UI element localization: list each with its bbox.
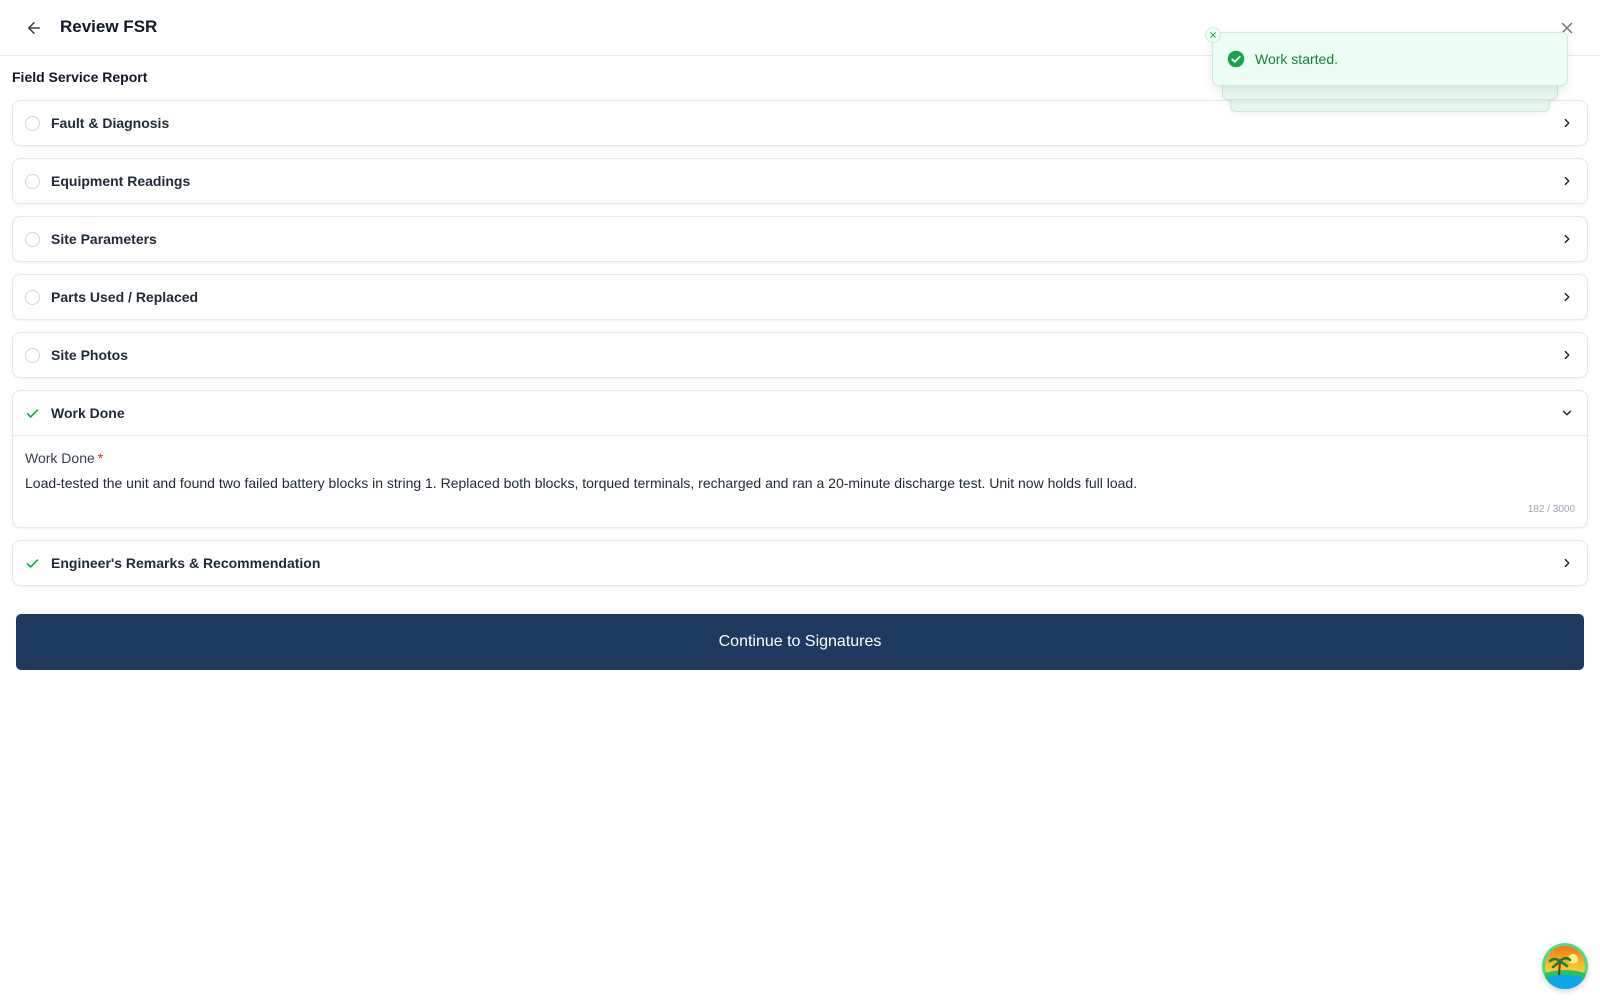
- char-counter: 182 / 3000: [1527, 504, 1575, 515]
- continue-to-signatures-button[interactable]: Continue to Signatures: [16, 614, 1584, 670]
- chevron-right-icon: [1559, 289, 1575, 305]
- chevron-right-icon: [1559, 173, 1575, 189]
- work-done-textarea[interactable]: Load-tested the unit and found two faile…: [25, 475, 1575, 491]
- incomplete-status-icon: [25, 173, 40, 189]
- chevron-down-icon: [1559, 405, 1575, 421]
- incomplete-status-icon: [25, 347, 40, 363]
- toast-close-button[interactable]: [1205, 27, 1221, 43]
- section-label: Work Done: [51, 405, 125, 421]
- section-engineers-remarks: Engineer's Remarks & Recommendation: [12, 540, 1588, 586]
- page-title: Review FSR: [60, 17, 158, 36]
- section-label: Equipment Readings: [51, 173, 191, 189]
- check-icon: [25, 406, 40, 421]
- section-header[interactable]: Engineer's Remarks & Recommendation: [13, 541, 1587, 585]
- section-label: Fault & Diagnosis: [51, 115, 170, 131]
- chevron-right-icon: [1559, 231, 1575, 247]
- beach-avatar-icon: [1542, 943, 1588, 989]
- section-label: Site Photos: [51, 347, 129, 363]
- incomplete-status-icon: [25, 115, 40, 131]
- close-icon: [1210, 32, 1216, 38]
- chevron-right-icon: [1559, 347, 1575, 363]
- check-icon: [25, 556, 40, 571]
- report-title: Field Service Report: [12, 69, 148, 85]
- section-site-parameters: Site Parameters: [12, 216, 1588, 262]
- work-done-label: Work Done *: [25, 450, 1575, 466]
- section-header[interactable]: Site Photos: [13, 333, 1587, 377]
- chevron-right-icon: [1559, 555, 1575, 571]
- section-parts-used: Parts Used / Replaced: [12, 274, 1588, 320]
- section-header[interactable]: Parts Used / Replaced: [13, 275, 1587, 319]
- section-site-photos: Site Photos: [12, 332, 1588, 378]
- section-label: Site Parameters: [51, 231, 157, 247]
- toast-message: Work started.: [1255, 51, 1338, 67]
- field-label-text: Work Done: [25, 450, 95, 466]
- section-work-done: Work Done Work Done * Load-tested the uni…: [12, 390, 1588, 528]
- arrow-left-icon: [28, 22, 40, 34]
- section-header[interactable]: Equipment Readings: [13, 159, 1587, 203]
- chevron-right-icon: [1559, 115, 1575, 131]
- section-body: Work Done * Load-tested the unit and foun…: [13, 435, 1587, 527]
- incomplete-status-icon: [25, 289, 40, 305]
- avatar[interactable]: [1542, 943, 1588, 989]
- required-marker: *: [97, 450, 104, 466]
- section-label: Engineer's Remarks & Recommendation: [51, 555, 321, 571]
- back-button[interactable]: [20, 14, 48, 42]
- section-label: Parts Used / Replaced: [51, 289, 199, 305]
- section-equipment-readings: Equipment Readings: [12, 158, 1588, 204]
- incomplete-status-icon: [25, 231, 40, 247]
- section-header[interactable]: Site Parameters: [13, 217, 1587, 261]
- check-circle-icon: [1227, 50, 1245, 68]
- success-toast: Work started.: [1212, 32, 1568, 86]
- section-header[interactable]: Work Done: [13, 391, 1587, 435]
